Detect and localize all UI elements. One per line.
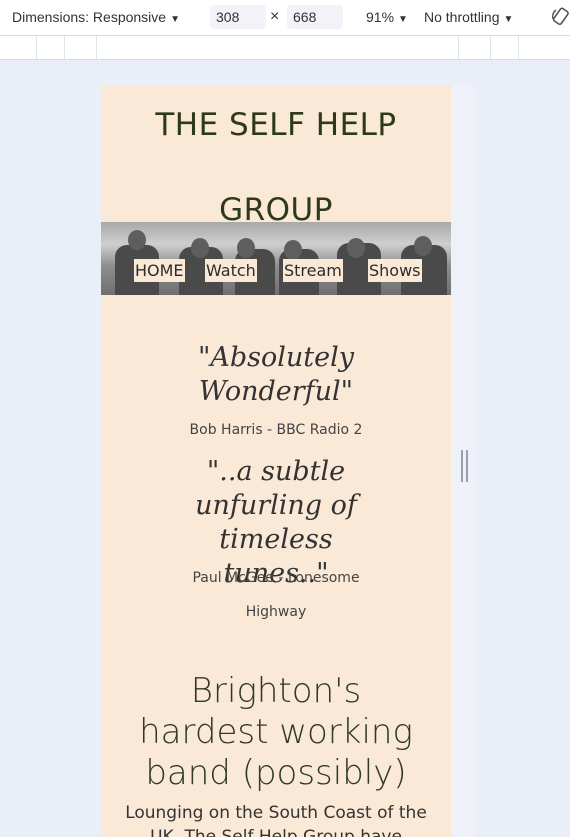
emulated-viewport[interactable]: THE SELF HELP GROUP HOME Watch Stream Sh… <box>101 85 451 837</box>
ruler-tick <box>490 36 491 59</box>
nav-shows[interactable]: Shows <box>368 259 422 282</box>
times-icon: × <box>270 8 280 25</box>
quote-1: "Absolutely Wonderful" <box>197 342 355 407</box>
media-query-ruler <box>0 36 570 60</box>
nav-home[interactable]: HOME <box>134 259 185 282</box>
chevron-down-icon: ▼ <box>398 14 408 25</box>
photo-figure <box>237 238 255 258</box>
rotate-icon[interactable] <box>550 6 570 28</box>
ruler-tick <box>458 36 459 59</box>
dimensions-dropdown[interactable]: Dimensions: Responsive ▼ <box>12 9 180 25</box>
chevron-down-icon: ▼ <box>503 14 514 25</box>
zoom-label: 91% <box>366 9 395 25</box>
intro-text: Lounging on the South Coast of the UK, T… <box>125 803 427 837</box>
quote-2-attribution-line2: Highway <box>245 604 307 620</box>
quote-1-attribution: Bob Harris - BBC Radio 2 <box>189 422 363 438</box>
photo-figure <box>347 238 365 258</box>
photo-figure <box>191 238 209 258</box>
dimensions-label: Dimensions: Responsive <box>12 9 167 25</box>
throttling-dropdown[interactable]: No throttling ▼ <box>424 9 513 25</box>
photo-figure <box>284 240 302 260</box>
chevron-down-icon: ▼ <box>170 14 180 25</box>
ruler-tick <box>96 36 97 59</box>
photo-figure <box>128 230 146 250</box>
ruler-tick <box>518 36 519 59</box>
nav-watch[interactable]: Watch <box>205 259 257 282</box>
site-title-line1: THE SELF HELP <box>155 107 397 143</box>
band-photo: HOME Watch Stream Shows <box>101 222 451 295</box>
ruler-tick <box>64 36 65 59</box>
height-input[interactable]: 668 <box>287 5 343 29</box>
photo-figure <box>414 236 432 256</box>
devtools-toolbar: Dimensions: Responsive ▼ 308 × 668 91% ▼ N… <box>0 0 570 36</box>
ruler-tick <box>36 36 37 59</box>
throttling-label: No throttling <box>424 9 500 25</box>
headline: Brighton's hardest working band (possibl… <box>139 671 413 793</box>
quote-2-attribution-line1: Paul McGee - Lonesome <box>192 570 360 586</box>
zoom-dropdown[interactable]: 91% ▼ <box>366 9 408 25</box>
width-input[interactable]: 308 <box>210 5 266 29</box>
nav-stream[interactable]: Stream <box>283 259 343 282</box>
resize-handle[interactable] <box>461 450 468 482</box>
